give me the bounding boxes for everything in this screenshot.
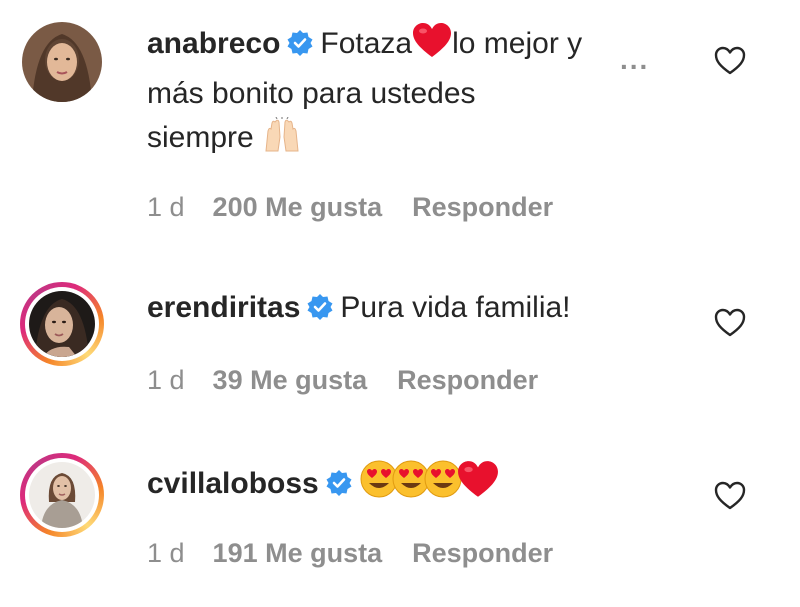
comment-time: 1 d — [147, 192, 185, 222]
like-heart-icon[interactable] — [714, 45, 746, 77]
raising-hands-emoji-icon — [262, 116, 302, 166]
comment-body: Pura vida familia! — [340, 291, 571, 324]
username[interactable]: anabreco — [147, 27, 280, 60]
like-heart-icon[interactable] — [714, 480, 746, 512]
comment-body-part2: lo mejor y — [452, 27, 583, 60]
avatar-photo — [29, 462, 95, 528]
avatar[interactable] — [20, 453, 104, 537]
avatar-photo — [22, 22, 102, 102]
more-options-button[interactable]: ... — [620, 44, 649, 76]
verified-badge-icon — [306, 290, 334, 334]
comment-body-line2: más bonito para ustedes — [147, 77, 476, 110]
comment-body-line3: siempre — [147, 121, 254, 154]
comment-time: 1 d — [147, 365, 185, 395]
red-heart-emoji-icon — [457, 461, 499, 512]
username[interactable]: erendiritas — [147, 291, 300, 324]
reply-button[interactable]: Responder — [412, 192, 553, 222]
like-heart-icon[interactable] — [714, 307, 746, 339]
comment-text: anabreco Fotaza lo mejor y más bonito par… — [147, 22, 687, 166]
comment-meta: 1 d 39 Me gusta Responder — [147, 365, 568, 396]
reply-button[interactable]: Responder — [412, 538, 553, 568]
comment-meta: 1 d 191 Me gusta Responder — [147, 538, 583, 569]
red-heart-emoji-icon — [412, 23, 452, 72]
avatar[interactable] — [20, 20, 104, 104]
reply-button[interactable]: Responder — [397, 365, 538, 395]
comment-meta: 1 d 200 Me gusta Responder — [147, 192, 583, 223]
like-count[interactable]: 191 Me gusta — [213, 538, 383, 568]
avatar[interactable] — [20, 282, 104, 366]
verified-badge-icon — [325, 466, 353, 510]
like-count[interactable]: 39 Me gusta — [213, 365, 368, 395]
username[interactable]: cvillaloboss — [147, 467, 319, 500]
comment-time: 1 d — [147, 538, 185, 568]
comment-body-part1: Fotaza — [320, 27, 413, 60]
comment-text: erendiritas Pura vida familia! — [147, 286, 687, 334]
like-count[interactable]: 200 Me gusta — [213, 192, 383, 222]
comment-text: cvillaloboss — [147, 459, 687, 512]
avatar-photo — [29, 291, 95, 357]
verified-badge-icon — [286, 26, 314, 70]
